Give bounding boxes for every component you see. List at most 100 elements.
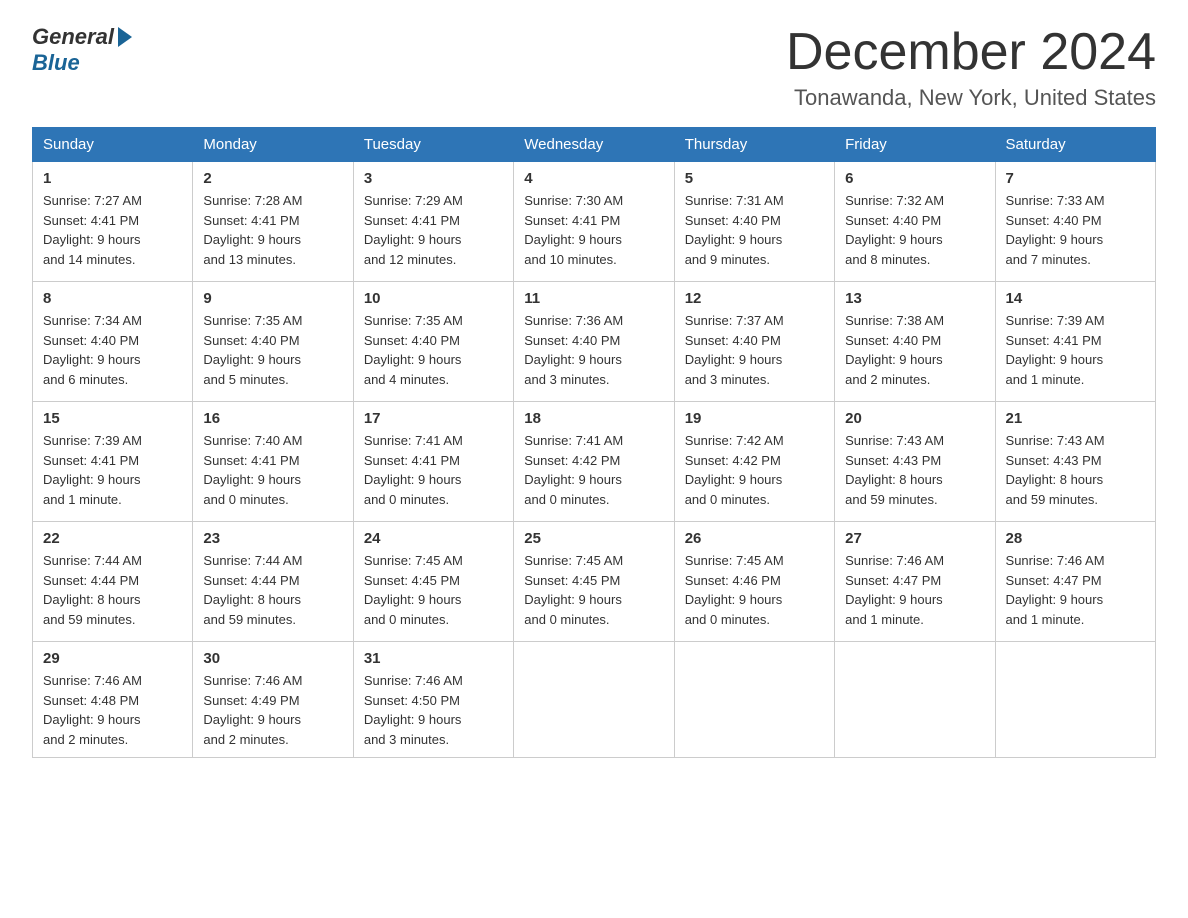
day-number: 29	[43, 650, 182, 667]
table-row: 20Sunrise: 7:43 AM Sunset: 4:43 PM Dayli…	[835, 402, 995, 522]
day-number: 4	[524, 170, 663, 187]
day-info: Sunrise: 7:27 AM Sunset: 4:41 PM Dayligh…	[43, 191, 182, 269]
day-info: Sunrise: 7:39 AM Sunset: 4:41 PM Dayligh…	[43, 431, 182, 509]
day-number: 25	[524, 530, 663, 547]
week-row-3: 15 Sunrise: 7:39 AM Sunset: 4:41 PM Dayli…	[33, 402, 1156, 522]
day-number: 9	[203, 290, 342, 307]
table-row: 5 Sunrise: 7:31 AM Sunset: 4:40 PM Daylig…	[674, 162, 834, 282]
table-row: 9 Sunrise: 7:35 AM Sunset: 4:40 PM Daylig…	[193, 282, 353, 402]
day-info: Sunrise: 7:33 AM Sunset: 4:40 PM Dayligh…	[1006, 191, 1145, 269]
table-row: 24 Sunrise: 7:45 AM Sunset: 4:45 PM Dayli…	[353, 522, 513, 642]
table-row: 18Sunrise: 7:41 AM Sunset: 4:42 PM Dayli…	[514, 402, 674, 522]
day-number: 30	[203, 650, 342, 667]
day-info: Sunrise: 7:46 AM Sunset: 4:50 PM Dayligh…	[364, 671, 503, 749]
day-number: 24	[364, 530, 503, 547]
header-tuesday: Tuesday	[353, 128, 513, 162]
day-number: 6	[845, 170, 984, 187]
table-row: 1 Sunrise: 7:27 AM Sunset: 4:41 PM Daylig…	[33, 162, 193, 282]
table-row: 14 Sunrise: 7:39 AM Sunset: 4:41 PM Dayli…	[995, 282, 1155, 402]
day-number: 27	[845, 530, 984, 547]
table-row: 25 Sunrise: 7:45 AM Sunset: 4:45 PM Dayli…	[514, 522, 674, 642]
header-saturday: Saturday	[995, 128, 1155, 162]
table-row	[835, 642, 995, 758]
day-info: Sunrise: 7:42 AM Sunset: 4:42 PM Dayligh…	[685, 431, 824, 509]
logo-blue-text: Blue	[32, 50, 80, 76]
day-number: 26	[685, 530, 824, 547]
week-row-1: 1 Sunrise: 7:27 AM Sunset: 4:41 PM Daylig…	[33, 162, 1156, 282]
day-info: Sunrise: 7:31 AM Sunset: 4:40 PM Dayligh…	[685, 191, 824, 269]
table-row: 8 Sunrise: 7:34 AM Sunset: 4:40 PM Daylig…	[33, 282, 193, 402]
day-number: 15	[43, 410, 182, 427]
table-row: 28Sunrise: 7:46 AM Sunset: 4:47 PM Dayli…	[995, 522, 1155, 642]
table-row: 31 Sunrise: 7:46 AM Sunset: 4:50 PM Dayli…	[353, 642, 513, 758]
day-info: Sunrise: 7:39 AM Sunset: 4:41 PM Dayligh…	[1006, 311, 1145, 389]
month-title: December 2024	[786, 24, 1156, 81]
table-row: 19 Sunrise: 7:42 AM Sunset: 4:42 PM Dayli…	[674, 402, 834, 522]
table-row: 16Sunrise: 7:40 AM Sunset: 4:41 PM Dayli…	[193, 402, 353, 522]
day-number: 3	[364, 170, 503, 187]
day-info: Sunrise: 7:34 AM Sunset: 4:40 PM Dayligh…	[43, 311, 182, 389]
table-row: 6 Sunrise: 7:32 AM Sunset: 4:40 PM Daylig…	[835, 162, 995, 282]
table-row: 4 Sunrise: 7:30 AM Sunset: 4:41 PM Daylig…	[514, 162, 674, 282]
day-info: Sunrise: 7:36 AM Sunset: 4:40 PM Dayligh…	[524, 311, 663, 389]
week-row-2: 8 Sunrise: 7:34 AM Sunset: 4:40 PM Daylig…	[33, 282, 1156, 402]
day-info: Sunrise: 7:45 AM Sunset: 4:45 PM Dayligh…	[364, 551, 503, 629]
header-thursday: Thursday	[674, 128, 834, 162]
table-row: 23Sunrise: 7:44 AM Sunset: 4:44 PM Dayli…	[193, 522, 353, 642]
day-info: Sunrise: 7:37 AM Sunset: 4:40 PM Dayligh…	[685, 311, 824, 389]
table-row: 17Sunrise: 7:41 AM Sunset: 4:41 PM Dayli…	[353, 402, 513, 522]
day-number: 20	[845, 410, 984, 427]
calendar-header: Sunday Monday Tuesday Wednesday Thursday…	[33, 128, 1156, 162]
header-sunday: Sunday	[33, 128, 193, 162]
day-number: 19	[685, 410, 824, 427]
day-info: Sunrise: 7:46 AM Sunset: 4:48 PM Dayligh…	[43, 671, 182, 749]
day-number: 10	[364, 290, 503, 307]
day-number: 2	[203, 170, 342, 187]
day-info: Sunrise: 7:43 AM Sunset: 4:43 PM Dayligh…	[1006, 431, 1145, 509]
table-row: 21Sunrise: 7:43 AM Sunset: 4:43 PM Dayli…	[995, 402, 1155, 522]
table-row: 22Sunrise: 7:44 AM Sunset: 4:44 PM Dayli…	[33, 522, 193, 642]
day-number: 28	[1006, 530, 1145, 547]
day-info: Sunrise: 7:45 AM Sunset: 4:45 PM Dayligh…	[524, 551, 663, 629]
day-info: Sunrise: 7:35 AM Sunset: 4:40 PM Dayligh…	[364, 311, 503, 389]
day-number: 1	[43, 170, 182, 187]
table-row: 11 Sunrise: 7:36 AM Sunset: 4:40 PM Dayli…	[514, 282, 674, 402]
day-info: Sunrise: 7:29 AM Sunset: 4:41 PM Dayligh…	[364, 191, 503, 269]
header-monday: Monday	[193, 128, 353, 162]
table-row: 15 Sunrise: 7:39 AM Sunset: 4:41 PM Dayli…	[33, 402, 193, 522]
table-row: 7 Sunrise: 7:33 AM Sunset: 4:40 PM Daylig…	[995, 162, 1155, 282]
logo-general-text: General	[32, 24, 114, 50]
day-info: Sunrise: 7:41 AM Sunset: 4:42 PM Dayligh…	[524, 431, 663, 509]
table-row: 30 Sunrise: 7:46 AM Sunset: 4:49 PM Dayli…	[193, 642, 353, 758]
day-number: 16	[203, 410, 342, 427]
day-number: 13	[845, 290, 984, 307]
day-number: 14	[1006, 290, 1145, 307]
day-info: Sunrise: 7:30 AM Sunset: 4:41 PM Dayligh…	[524, 191, 663, 269]
logo-arrow-icon	[118, 27, 132, 47]
day-info: Sunrise: 7:45 AM Sunset: 4:46 PM Dayligh…	[685, 551, 824, 629]
location-title: Tonawanda, New York, United States	[786, 85, 1156, 111]
header-wednesday: Wednesday	[514, 128, 674, 162]
page-header: General Blue December 2024 Tonawanda, Ne…	[32, 24, 1156, 111]
logo: General Blue	[32, 24, 132, 76]
day-info: Sunrise: 7:44 AM Sunset: 4:44 PM Dayligh…	[43, 551, 182, 629]
day-number: 8	[43, 290, 182, 307]
day-info: Sunrise: 7:41 AM Sunset: 4:41 PM Dayligh…	[364, 431, 503, 509]
table-row: 10 Sunrise: 7:35 AM Sunset: 4:40 PM Dayli…	[353, 282, 513, 402]
day-number: 7	[1006, 170, 1145, 187]
day-number: 31	[364, 650, 503, 667]
table-row: 3 Sunrise: 7:29 AM Sunset: 4:41 PM Daylig…	[353, 162, 513, 282]
table-row: 26 Sunrise: 7:45 AM Sunset: 4:46 PM Dayli…	[674, 522, 834, 642]
day-number: 11	[524, 290, 663, 307]
day-info: Sunrise: 7:44 AM Sunset: 4:44 PM Dayligh…	[203, 551, 342, 629]
day-info: Sunrise: 7:32 AM Sunset: 4:40 PM Dayligh…	[845, 191, 984, 269]
day-info: Sunrise: 7:38 AM Sunset: 4:40 PM Dayligh…	[845, 311, 984, 389]
table-row: 13 Sunrise: 7:38 AM Sunset: 4:40 PM Dayli…	[835, 282, 995, 402]
table-row	[514, 642, 674, 758]
day-number: 12	[685, 290, 824, 307]
day-info: Sunrise: 7:46 AM Sunset: 4:49 PM Dayligh…	[203, 671, 342, 749]
table-row: 27Sunrise: 7:46 AM Sunset: 4:47 PM Dayli…	[835, 522, 995, 642]
day-info: Sunrise: 7:35 AM Sunset: 4:40 PM Dayligh…	[203, 311, 342, 389]
table-row: 12 Sunrise: 7:37 AM Sunset: 4:40 PM Dayli…	[674, 282, 834, 402]
day-number: 5	[685, 170, 824, 187]
